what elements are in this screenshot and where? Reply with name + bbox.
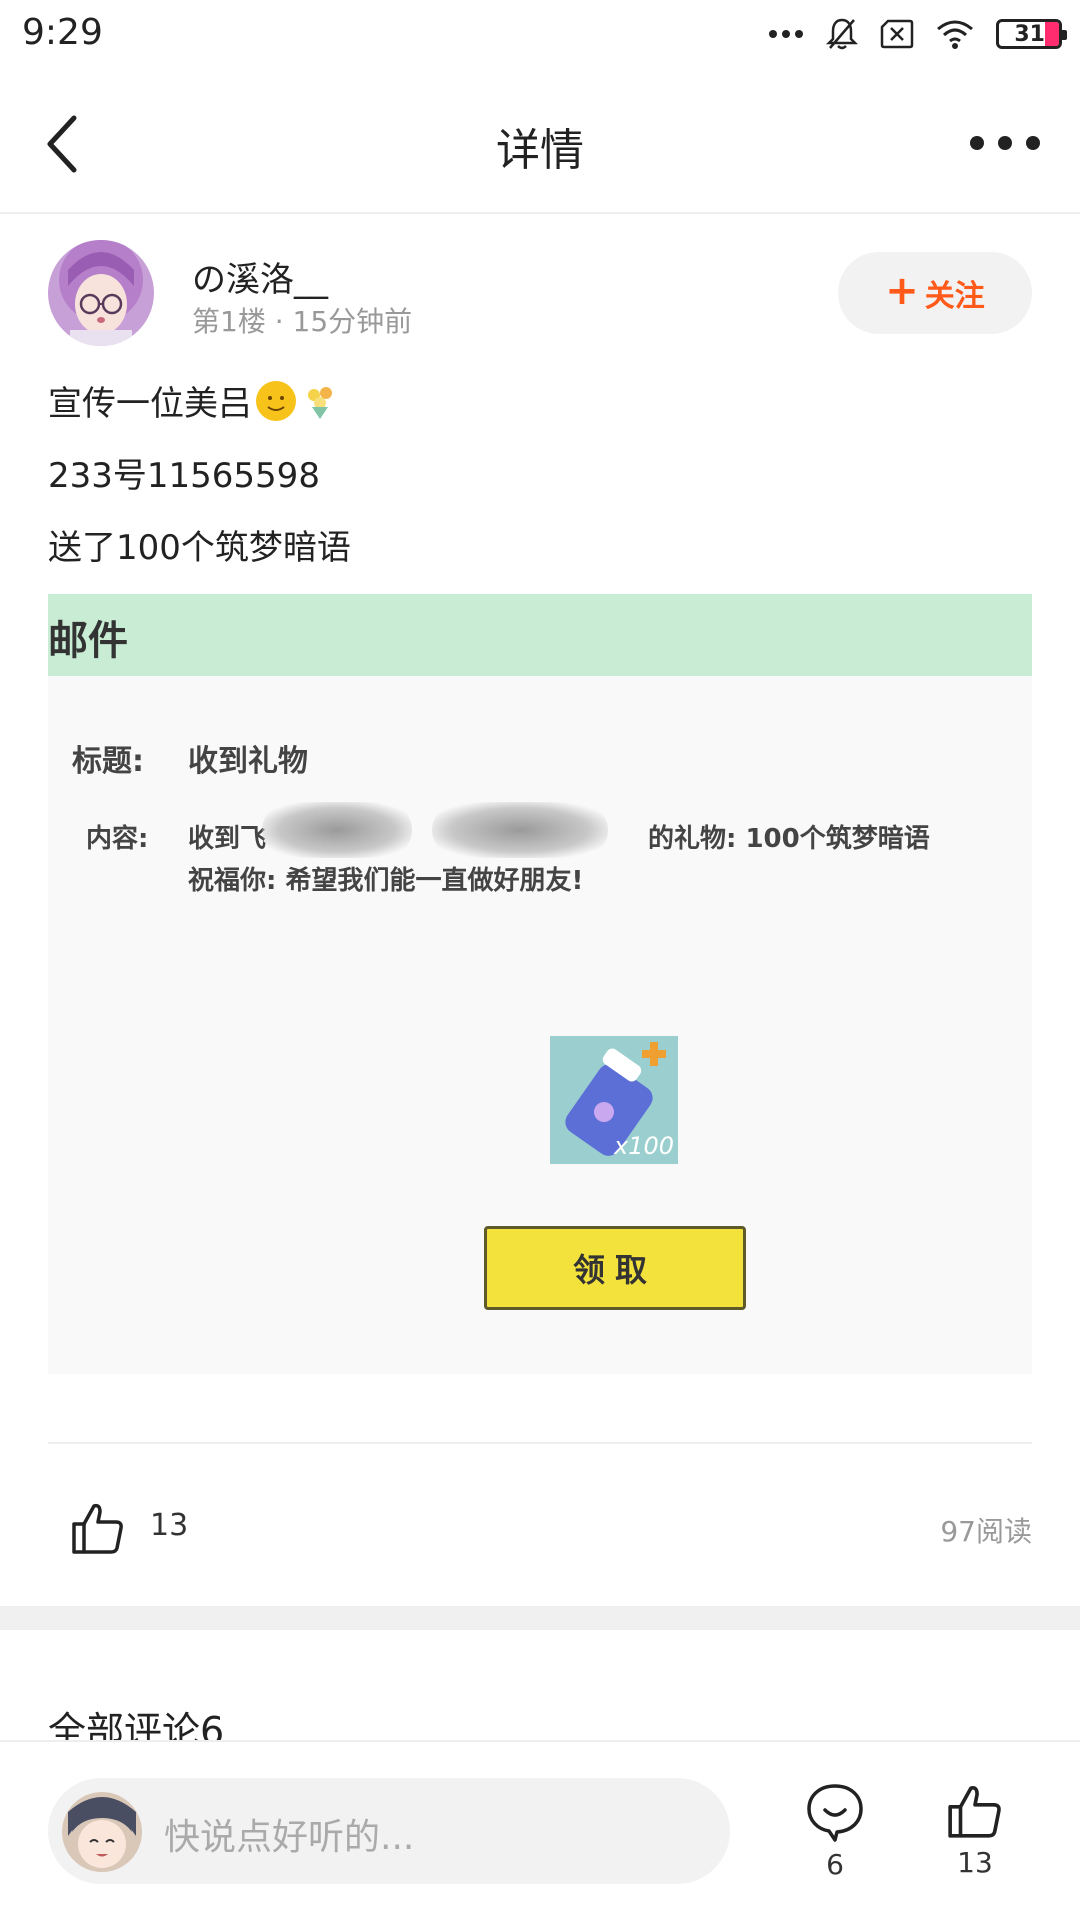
author-avatar[interactable] bbox=[48, 240, 154, 346]
plus-icon: + bbox=[885, 268, 919, 314]
my-avatar bbox=[62, 1792, 142, 1872]
divider bbox=[48, 1442, 1032, 1444]
claim-button: 领取 bbox=[484, 1226, 746, 1310]
post-line-1-text: 宣传一位美吕 bbox=[48, 384, 252, 424]
bouquet-emoji-icon bbox=[300, 381, 340, 421]
content-label: 内容: bbox=[86, 824, 149, 854]
content-suffix: 的礼物: 100个筑梦暗语 bbox=[648, 824, 930, 854]
bottom-bar: 快说点好听的... 6 13 bbox=[0, 1740, 1080, 1920]
mail-banner-title: 邮件 bbox=[48, 618, 128, 664]
bottom-like-count: 13 bbox=[957, 1846, 993, 1879]
header: 详情 bbox=[0, 72, 1080, 214]
battery-level: 31 bbox=[1014, 21, 1045, 47]
section-divider bbox=[0, 1606, 1080, 1630]
status-time: 9:29 bbox=[22, 12, 103, 53]
status-bar: 9:29 31 bbox=[0, 0, 1080, 70]
blurred-sender-name bbox=[262, 802, 412, 858]
gift-quantity: x100 bbox=[613, 1132, 674, 1160]
comment-action[interactable]: 6 bbox=[800, 1782, 870, 1881]
like-action[interactable]: 13 bbox=[940, 1782, 1010, 1879]
follow-button[interactable]: + 关注 bbox=[838, 252, 1032, 334]
thumbs-up-icon[interactable] bbox=[70, 1500, 126, 1556]
meta-separator: · bbox=[274, 305, 293, 338]
post-meta: 第1楼 · 15分钟前 bbox=[192, 300, 412, 340]
comment-count: 6 bbox=[826, 1848, 844, 1881]
post-image[interactable]: 邮件 标题: 收到礼物 内容: 收到飞 的礼物: 100个筑梦暗语 祝福你: 希… bbox=[48, 594, 1032, 1374]
post-line-1: 宣传一位美吕 bbox=[48, 376, 340, 425]
post-line-2: 233号11565598 bbox=[48, 456, 320, 496]
follow-label: 关注 bbox=[924, 279, 985, 314]
wifi-icon bbox=[937, 20, 973, 49]
no-sim-icon bbox=[880, 19, 914, 49]
subject-label: 标题: bbox=[72, 744, 144, 779]
post-time: 15分钟前 bbox=[292, 305, 413, 338]
status-icons: 31 bbox=[768, 14, 1067, 54]
author-name[interactable]: の溪洛__ bbox=[192, 252, 328, 301]
gift-item-icon: x100 bbox=[550, 1036, 678, 1164]
mail-banner: 邮件 bbox=[48, 594, 1032, 676]
read-count: 97阅读 bbox=[940, 1515, 1032, 1548]
floor-label: 第1楼 bbox=[192, 305, 266, 338]
thumbs-up-icon bbox=[948, 1786, 1001, 1838]
content-line-2: 祝福你: 希望我们能一直做好朋友! bbox=[188, 866, 584, 896]
more-button[interactable] bbox=[970, 132, 1040, 154]
more-dots-icon bbox=[769, 30, 803, 38]
page-title: 详情 bbox=[496, 125, 584, 176]
blurred-sender-id bbox=[432, 802, 608, 858]
mute-bell-icon bbox=[826, 18, 858, 50]
like-count: 13 bbox=[150, 1508, 189, 1543]
comment-input-placeholder: 快说点好听的... bbox=[164, 1817, 415, 1858]
smiling-face-emoji-icon bbox=[256, 380, 296, 421]
content-prefix: 收到飞 bbox=[188, 824, 267, 854]
battery-icon: 31 bbox=[996, 19, 1067, 49]
subject-value: 收到礼物 bbox=[188, 744, 308, 779]
comment-bubble-icon bbox=[807, 1784, 863, 1842]
comment-input[interactable]: 快说点好听的... bbox=[48, 1778, 730, 1884]
post-line-3: 送了100个筑梦暗语 bbox=[48, 528, 351, 568]
